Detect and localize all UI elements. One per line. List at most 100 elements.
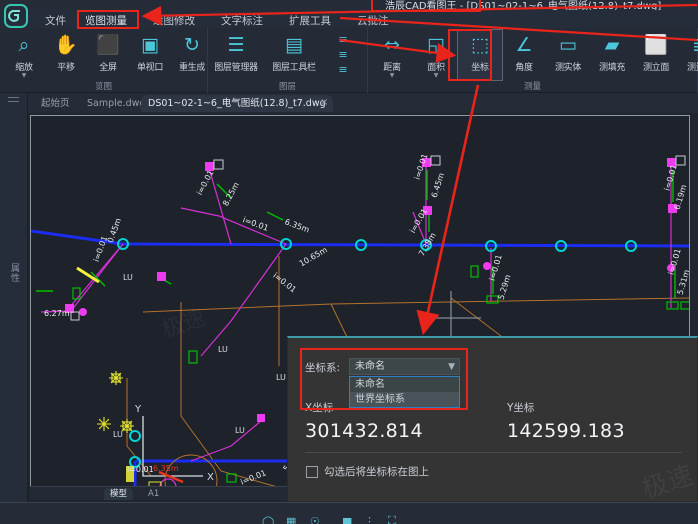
angle-button[interactable]: ∠ 角度 (502, 30, 546, 80)
drawing-label: LU (235, 426, 245, 435)
layout-tab-0[interactable]: 模型 (104, 488, 134, 500)
document-tab-bar: 起始页 Sample.dwg DS01~02-1~6_电气图纸(12.8)_t7.d… (28, 93, 698, 113)
mark-coordinate-checkbox-label[interactable]: 勾选后将坐标标在图上 (324, 466, 429, 478)
ribbon-button-label: 图层工具栏 (272, 63, 316, 73)
layout-tab-1[interactable]: A1 (142, 488, 165, 500)
document-tab-2[interactable]: DS01~02-1~6_电气图纸(12.8)_t7.dwg (141, 95, 333, 112)
document-tab-0[interactable]: 起始页 (34, 95, 77, 112)
status-fullscreen-icon[interactable]: ⛶ (388, 514, 396, 524)
measure-record-button[interactable]: ≣ 测量记 (678, 30, 698, 80)
fullscreen-icon: ⬛ (96, 34, 120, 56)
ribbon-group-title: 测量 (523, 82, 541, 92)
ribbon-button-label: 全屏 (99, 63, 117, 73)
ribbon-button-label: 平移 (57, 63, 75, 73)
properties-panel-label[interactable]: 属性 (8, 263, 21, 283)
measure-elevation-icon: ⬜ (644, 34, 668, 56)
layer-mini-icon-group: ≡ ≡ ≡ (334, 32, 352, 78)
ribbon-button-label: 单视口 (136, 63, 164, 73)
menu-item-2[interactable]: 绘图修改 (150, 12, 198, 29)
measure-hatch-button[interactable]: ▰ 测填充 (590, 30, 634, 80)
layer-manager-button[interactable]: ☰ 图层管理器 (214, 30, 258, 80)
layer-isolate-icon[interactable]: ≡ (334, 47, 352, 62)
zoom-button[interactable]: ⌕ 缩放 ▼ (2, 30, 46, 80)
status-snap-icon[interactable]: ◯ (262, 515, 274, 524)
dialog-divider (305, 452, 682, 453)
coordinate-button[interactable]: ⬚ 坐标 (457, 29, 503, 81)
svg-text:Y: Y (134, 404, 142, 415)
chevron-down-icon[interactable]: ▼ (414, 73, 458, 79)
ribbon-button-label: 测量记 (686, 63, 698, 73)
coordinate-system-option-1[interactable]: 世界坐标系 (350, 392, 459, 407)
fullscreen-button[interactable]: ⬛ 全屏 (86, 30, 130, 80)
drawing-label: 6.35m (153, 464, 179, 473)
menu-item-5[interactable]: 云批注 (354, 12, 392, 29)
layer-toolbar-icon: ▤ (285, 34, 303, 56)
coordinate-system-select[interactable]: 未命名 ▼ (349, 358, 460, 375)
drawing-label: LU (123, 273, 133, 282)
x-coordinate-value: 301432.814 (305, 420, 423, 442)
pan-hand-button[interactable]: ✋ 平移 (44, 30, 88, 80)
drawing-label: 6.27m (44, 309, 70, 318)
coordinate-icon: ⬚ (471, 34, 489, 56)
drawing-label: LU (113, 430, 123, 439)
menu-item-0[interactable]: 文件 (42, 12, 69, 29)
dialog-watermark: 极速 (638, 460, 698, 506)
ribbon-toolbar: ⌕ 缩放 ▼ ✋ 平移 ⬛ 全屏 ▣ 单视口 ↻ 重生成 览图 ☰ 图层管理器 ▤ 图层工具栏 ≡ ≡ ≡ 图层 ⇔ 距离… (0, 28, 698, 93)
ribbon-button-label: 角度 (515, 63, 533, 73)
zoom-icon: ⌕ (18, 34, 30, 56)
coordinate-system-label: 坐标系: (305, 362, 341, 374)
ribbon-group-title: 图层 (278, 82, 296, 92)
chevron-down-icon[interactable]: ▼ (2, 73, 46, 79)
layer-off-icon[interactable]: ≡ (334, 32, 352, 47)
ribbon-button-label: 坐标 (471, 63, 489, 73)
drawing-label: LU (218, 345, 228, 354)
title-bar: 浩辰CAD看图王 - [DS01~02-1~6_电气图纸(12.8)_t7.dw… (0, 0, 698, 10)
menu-bar: 文件 览图测量 绘图修改 文字标注 扩展工具 云批注 (0, 4, 698, 29)
close-tab-icon[interactable]: × (320, 97, 328, 108)
ribbon-button-label: 测立面 (642, 63, 670, 73)
menu-item-4[interactable]: 扩展工具 (286, 12, 334, 29)
ribbon-group-1: ☰ 图层管理器 ▤ 图层工具栏 ≡ ≡ ≡ 图层 (208, 28, 368, 93)
status-ortho-icon[interactable]: ☉ (310, 515, 320, 524)
ribbon-button-label: 图层管理器 (214, 63, 258, 73)
y-coordinate-label: Y坐标 (507, 402, 535, 414)
layer-toolbar-button[interactable]: ▤ 图层工具栏 (272, 30, 316, 80)
single-viewport-button[interactable]: ▣ 单视口 (128, 30, 172, 80)
coordinate-dialog[interactable]: 坐标系: 未命名 ▼ 未命名 世界坐标系 X坐标 Y坐标 301432.814 1… (287, 336, 698, 505)
drawing-label: i=0.01 (127, 465, 154, 474)
cad-viewer-window: 浩辰CAD看图王 - [DS01~02-1~6_电气图纸(12.8)_t7.dw… (0, 0, 698, 524)
single-viewport-icon: ▣ (141, 34, 159, 56)
layer-manager-icon: ☰ (227, 34, 245, 56)
coordinate-system-option-0[interactable]: 未命名 (350, 377, 459, 392)
coordinate-system-selected-value: 未命名 (355, 361, 385, 372)
ribbon-group-title: 览图 (94, 82, 112, 92)
menu-item-1[interactable]: 览图测量 (82, 12, 130, 29)
area-button[interactable]: ◱ 面积 ▼ (414, 30, 458, 80)
angle-icon: ∠ (515, 34, 533, 56)
status-bar: ◯ ▦ ☉ ■ ⋮ ⛶ (0, 502, 698, 524)
dock-grip-icon (8, 97, 19, 102)
measure-elevation-button[interactable]: ⬜ 测立面 (634, 30, 678, 80)
ribbon-button-label: 测填充 (598, 63, 626, 73)
measure-solid-icon: ▭ (559, 34, 577, 56)
status-grid-icon[interactable]: ▦ (286, 515, 296, 524)
status-layer-icon[interactable]: ■ (342, 515, 352, 524)
distance-button[interactable]: ⇔ 距离 ▼ (370, 30, 414, 80)
ribbon-button-label: 测实体 (554, 63, 582, 73)
layer-lock-icon[interactable]: ≡ (334, 62, 352, 77)
measure-solid-button[interactable]: ▭ 测实体 (546, 30, 590, 80)
mark-coordinate-checkbox[interactable] (306, 466, 318, 478)
left-dock-panel[interactable]: 属性 (0, 93, 28, 502)
ribbon-group-0: ⌕ 缩放 ▼ ✋ 平移 ⬛ 全屏 ▣ 单视口 ↻ 重生成 览图 (0, 28, 208, 93)
x-coordinate-label: X坐标 (305, 402, 334, 414)
measure-hatch-icon: ▰ (604, 34, 620, 56)
distance-icon: ⇔ (384, 34, 400, 56)
coordinate-system-dropdown[interactable]: 未命名 世界坐标系 (349, 376, 460, 408)
ribbon-group-2: ⇔距离▼◱面积▼ ⬚ 坐标 ∠ 角度 ▭ 测实体 ▰ 测填充 ⬜ 测立面 ≣ 测量记测量 (368, 28, 698, 93)
chevron-down-icon[interactable]: ▼ (370, 73, 414, 79)
chevron-down-icon: ▼ (448, 362, 455, 372)
drawing-label: LU (276, 373, 286, 382)
status-annotation-icon[interactable]: ⋮ (364, 515, 375, 524)
window-title: 浩辰CAD看图王 - [DS01~02-1~6_电气图纸(12.8)_t7.dw… (385, 1, 662, 10)
menu-item-3[interactable]: 文字标注 (218, 12, 266, 29)
